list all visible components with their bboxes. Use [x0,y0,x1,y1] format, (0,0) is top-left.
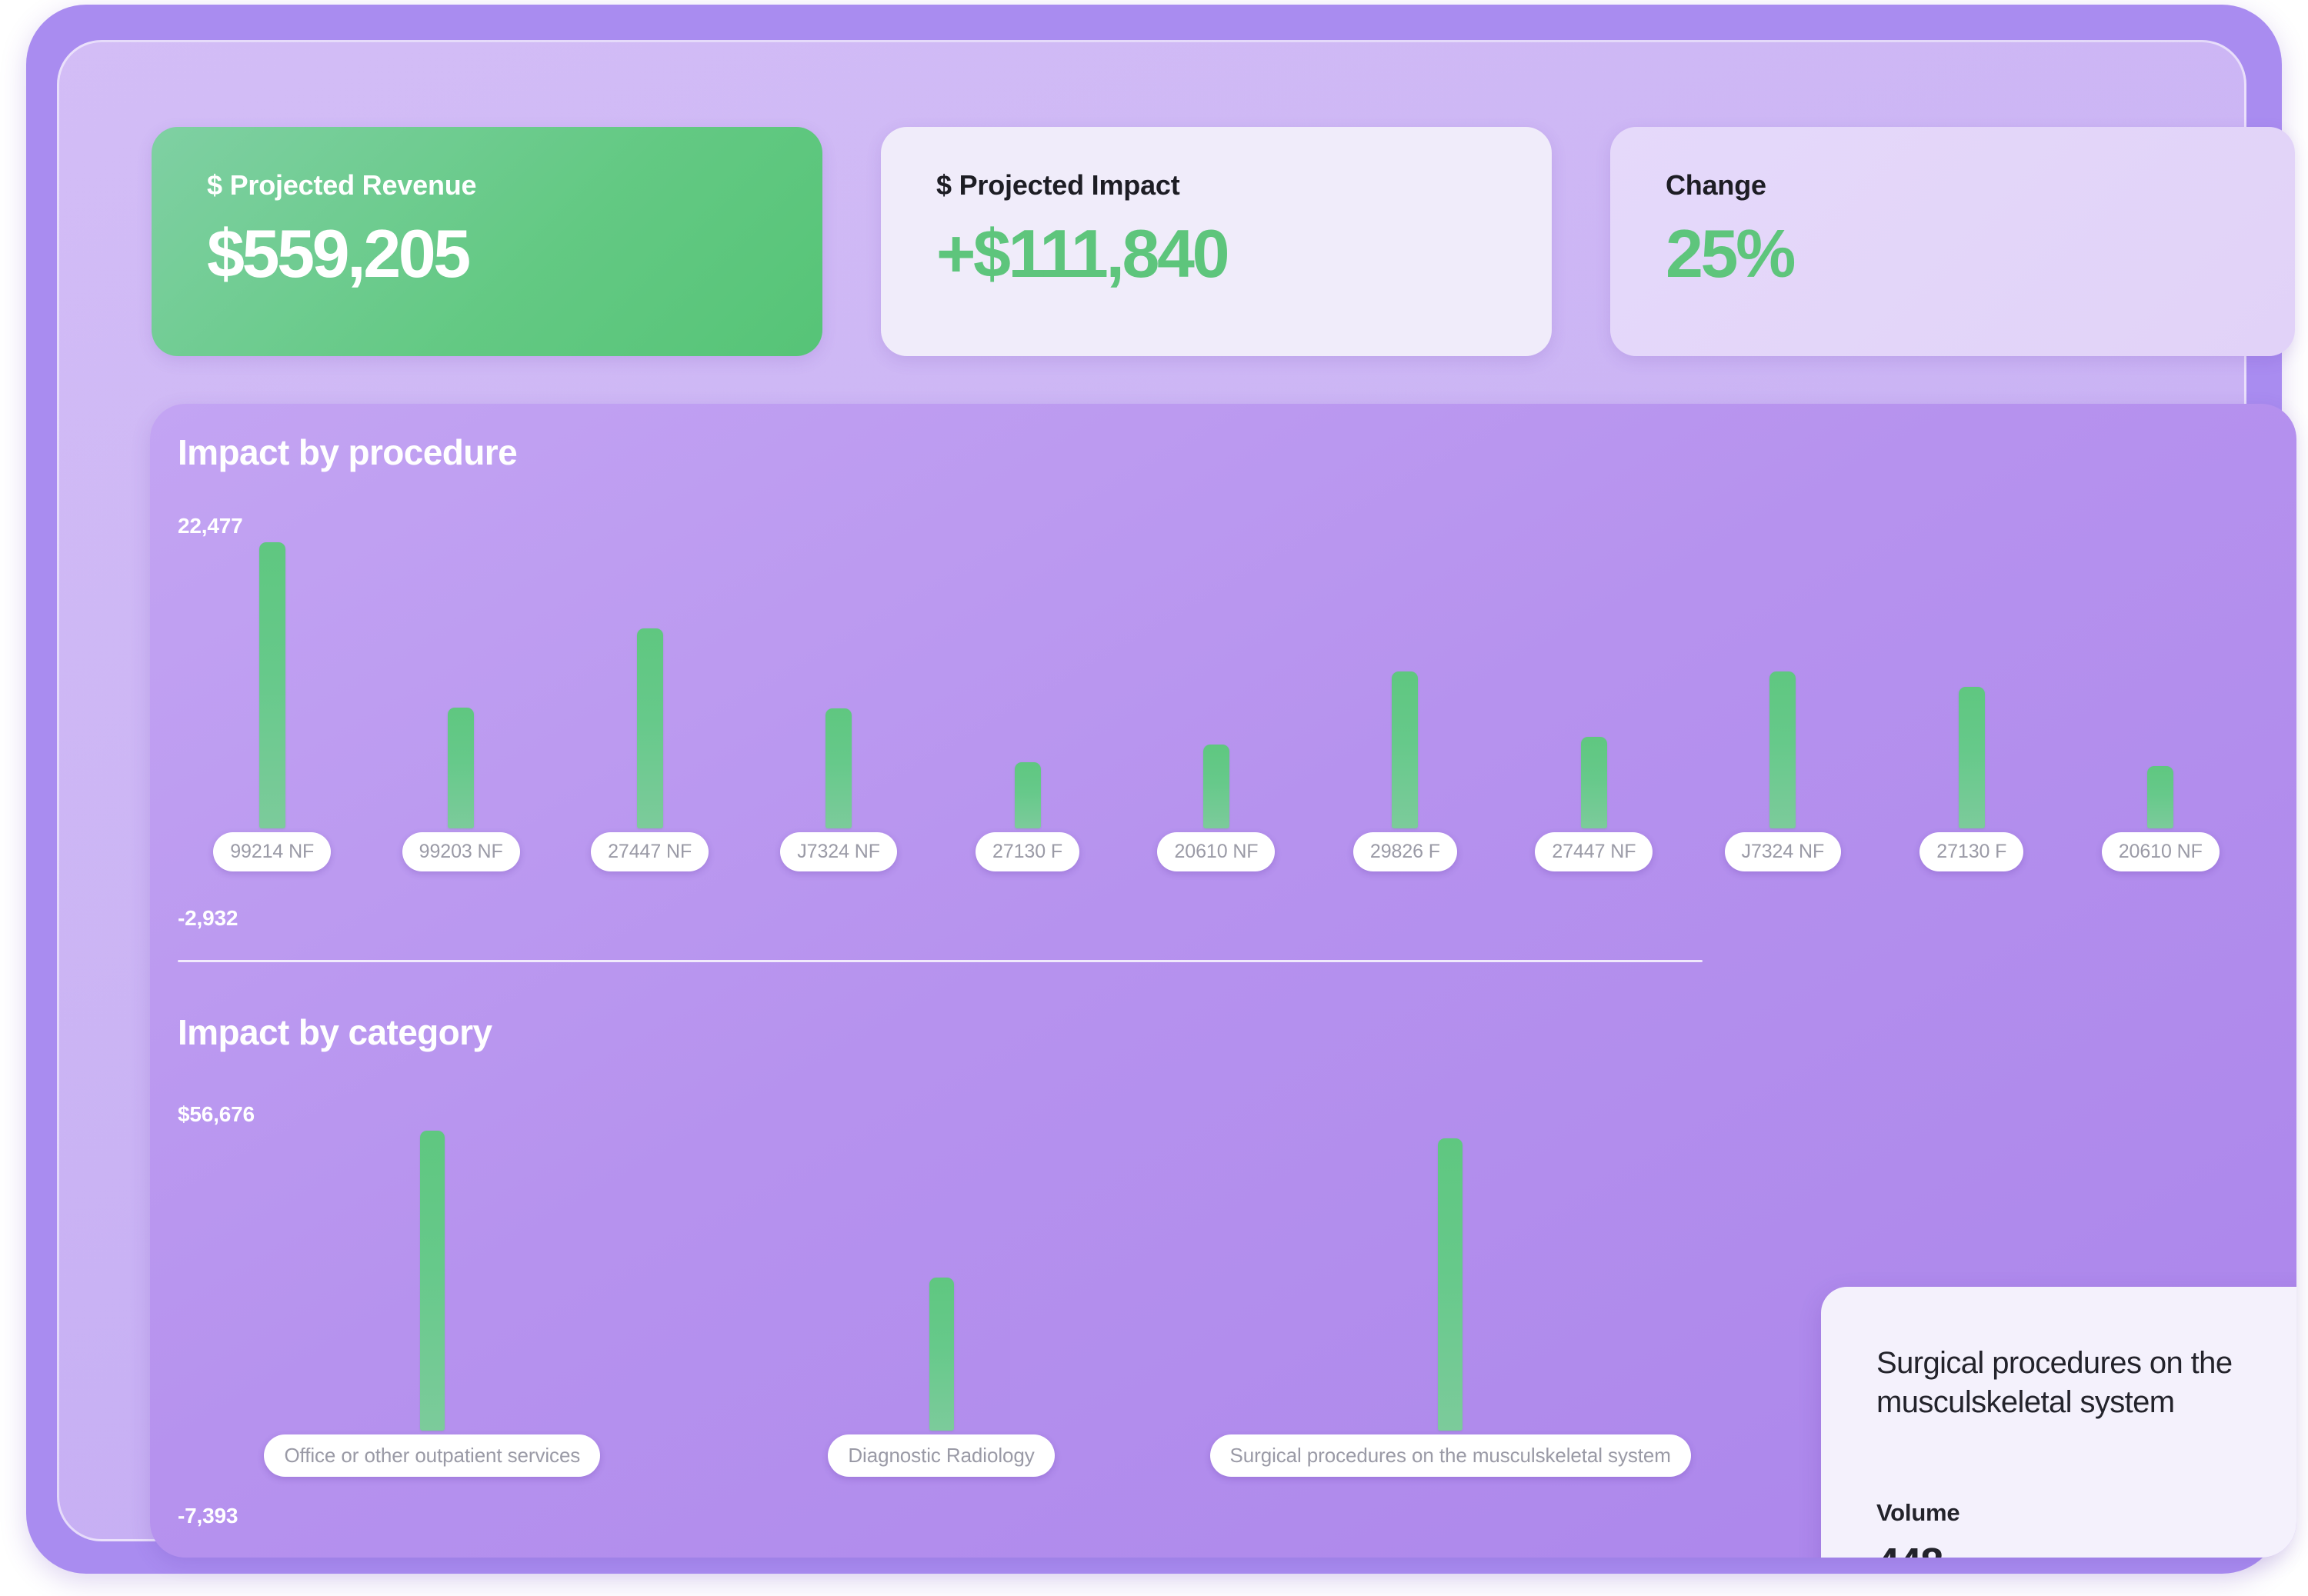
bar[interactable] [1015,762,1041,828]
bar[interactable] [1392,671,1418,828]
bar[interactable] [1203,745,1229,828]
kpi-card-change[interactable]: Change 25% [1610,127,2295,356]
kpi-value-projected-impact: +$111,840 [936,218,1552,289]
impact-by-category-labels: Office or other outpatient services Diagn… [178,1434,1705,1477]
bar-label-cell: 29826 F [1311,832,1499,871]
kpi-label-change: Change [1666,170,2295,201]
bar-column[interactable] [933,542,1122,828]
bar[interactable] [825,708,852,828]
section-divider [178,960,1703,962]
bar[interactable] [637,628,663,828]
charts-panel: Impact by procedure 22,477 -2,932 99214 … [150,404,2296,1558]
bar-label-cell: Office or other outpatient services [178,1434,687,1477]
bar-label-cell: 99214 NF [178,832,366,871]
bar-label-pill[interactable]: 20610 NF [2102,832,2220,871]
bar-column[interactable] [2066,542,2255,828]
bar-label-cell: 27447 NF [1499,832,1688,871]
bar-label-cell: 27130 F [1877,832,2066,871]
bar-label-cell: 27130 F [933,832,1122,871]
bar-label-cell: Diagnostic Radiology [687,1434,1196,1477]
bar[interactable] [929,1278,954,1431]
category-axis-max-label: $56,676 [178,1102,255,1127]
bar-label-pill[interactable]: 27447 NF [591,832,709,871]
dashboard-inner-frame: $ Projected Revenue $559,205 $ Projected… [57,40,2246,1541]
impact-by-category-title: Impact by category [178,1011,492,1053]
bar-column[interactable] [1122,542,1310,828]
procedure-axis-min-label: -2,932 [178,906,238,931]
kpi-value-change: 25% [1666,218,2295,289]
bar[interactable] [448,708,474,828]
bar-label-pill[interactable]: Diagnostic Radiology [828,1434,1054,1477]
bar[interactable] [1581,737,1607,828]
bar-column[interactable] [1196,1131,1705,1431]
bar-label-pill[interactable]: J7324 NF [1725,832,1842,871]
detail-card-title: Surgical procedures on the musculskeleta… [1876,1344,2284,1422]
kpi-card-row: $ Projected Revenue $559,205 $ Projected… [152,127,2295,356]
bar[interactable] [259,542,285,828]
bar-column[interactable] [366,542,555,828]
bar-column[interactable] [1499,542,1688,828]
category-detail-card[interactable]: Surgical procedures on the musculskeleta… [1821,1287,2296,1558]
bar-label-cell: 99203 NF [366,832,555,871]
bar-label-cell: J7324 NF [1689,832,1877,871]
bar-label-pill[interactable]: 27130 F [976,832,1079,871]
bar-label-pill[interactable]: J7324 NF [780,832,897,871]
bar[interactable] [2147,766,2173,828]
bar-column[interactable] [1311,542,1499,828]
bar-label-pill[interactable]: 27447 NF [1535,832,1653,871]
impact-by-procedure-chart [178,542,2255,828]
bar[interactable] [1959,687,1985,828]
bar-label-pill[interactable]: Surgical procedures on the musculskeleta… [1210,1434,1691,1477]
kpi-label-projected-revenue: $ Projected Revenue [207,170,822,201]
bar-label-cell: 20610 NF [2066,832,2255,871]
detail-card-volume-value: 448 [1876,1539,2287,1558]
bar-label-pill[interactable]: 29826 F [1353,832,1457,871]
procedure-axis-max-label: 22,477 [178,514,242,538]
bar-label-cell: 20610 NF [1122,832,1310,871]
bar[interactable] [420,1131,445,1431]
bar-column[interactable] [1877,542,2066,828]
bar-column[interactable] [1689,542,1877,828]
bar[interactable] [1438,1138,1463,1431]
bar-label-pill[interactable]: Office or other outpatient services [264,1434,600,1477]
dashboard-outer-frame: $ Projected Revenue $559,205 $ Projected… [26,5,2282,1574]
bar-column[interactable] [744,542,932,828]
bar-label-cell: J7324 NF [744,832,932,871]
bar-label-pill[interactable]: 27130 F [1919,832,2023,871]
bar-label-pill[interactable]: 20610 NF [1157,832,1275,871]
impact-by-procedure-title: Impact by procedure [178,431,517,473]
detail-card-volume-label: Volume [1876,1499,2287,1527]
bar-column[interactable] [687,1131,1196,1431]
impact-by-category-chart [178,1131,1705,1431]
bar-label-cell: Surgical procedures on the musculskeleta… [1196,1434,1705,1477]
kpi-card-projected-impact[interactable]: $ Projected Impact +$111,840 [881,127,1552,356]
bar[interactable] [1769,671,1796,828]
kpi-value-projected-revenue: $559,205 [207,218,822,289]
category-axis-min-label: -7,393 [178,1504,238,1528]
bar-label-cell: 27447 NF [555,832,744,871]
bar-label-pill[interactable]: 99214 NF [213,832,331,871]
bar-label-pill[interactable]: 99203 NF [402,832,520,871]
impact-by-procedure-labels: 99214 NF 99203 NF 27447 NF J7324 NF 27130 F 2… [178,832,2255,871]
bar-column[interactable] [555,542,744,828]
bar-column[interactable] [178,1131,687,1431]
kpi-label-projected-impact: $ Projected Impact [936,170,1552,201]
bar-column[interactable] [178,542,366,828]
kpi-card-projected-revenue[interactable]: $ Projected Revenue $559,205 [152,127,822,356]
